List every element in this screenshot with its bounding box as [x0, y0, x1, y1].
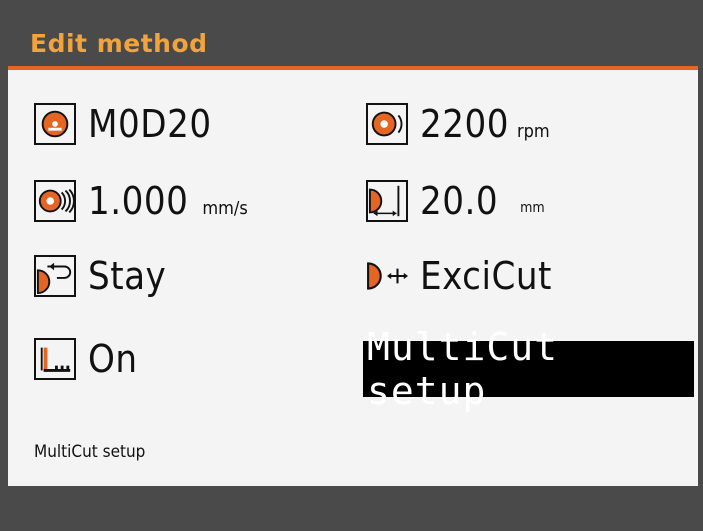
return-field[interactable]: Stay: [34, 255, 166, 297]
page-title: Edit method: [30, 29, 208, 58]
length-field[interactable]: 20.0 mm: [366, 180, 545, 222]
mode-value: ExciCut: [420, 254, 552, 298]
blade-value: M0D20: [88, 102, 212, 146]
multicut-field[interactable]: On: [34, 338, 138, 380]
feed-field[interactable]: 1.000 mm/s: [34, 180, 248, 222]
wheel-rotation-speed-icon: [366, 103, 408, 145]
mode-field[interactable]: ExciCut: [366, 255, 552, 297]
length-value: 20.0: [420, 179, 499, 223]
speed-value: 2200: [420, 102, 509, 146]
return-position-icon: [34, 255, 76, 297]
speed-unit: rpm: [516, 120, 550, 142]
length-unit: mm: [520, 200, 545, 216]
cut-length-icon: [366, 180, 408, 222]
feed-value: 1.000: [88, 179, 189, 223]
speed-field[interactable]: 2200 rpm: [366, 103, 550, 145]
multicut-value: On: [88, 337, 138, 381]
feed-unit: mm/s: [202, 197, 248, 219]
cutoff-wheel-icon: [34, 103, 76, 145]
multicut-setup-button[interactable]: MultiCut setup: [363, 325, 694, 413]
cut-mode-icon: [366, 255, 408, 297]
title-bar: Edit method: [8, 8, 698, 66]
screen: Edit method M0D20 2200 rpm 1.000 mm/s 20…: [8, 8, 698, 531]
feed-speed-icon: [34, 180, 76, 222]
multicut-icon: [34, 338, 76, 380]
blade-field[interactable]: M0D20: [34, 103, 212, 145]
status-text: MultiCut setup: [34, 442, 146, 462]
method-panel: M0D20 2200 rpm 1.000 mm/s 20.0 mm Stay E…: [8, 70, 698, 486]
return-value: Stay: [88, 254, 167, 298]
